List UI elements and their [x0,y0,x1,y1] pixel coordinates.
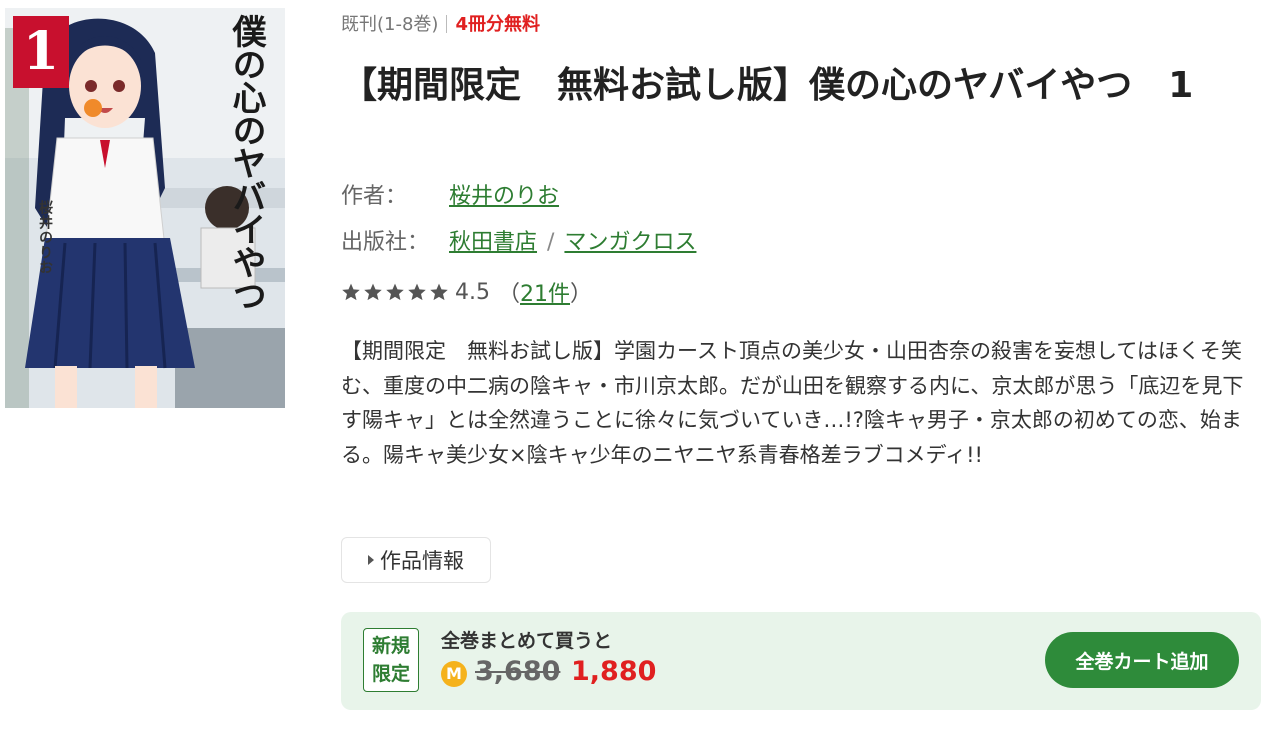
rating-row: 4.5 （21件） [341,276,592,308]
free-volumes-note: 4冊分無料 [455,14,540,35]
status-divider [446,15,448,33]
author-link[interactable]: 桜井のりお [449,184,559,209]
publisher-separator: / [547,230,555,255]
discounted-price: 1,880 [571,656,657,687]
coin-icon: M [441,661,467,687]
bundle-purchase-box: 新規 限定 全巻まとめて買うと M 3,680 1,880 全巻カート追加 [341,612,1261,710]
bundle-label: 全巻まとめて買うと [441,630,613,652]
book-description: 【期間限定 無料お試し版】学園カースト頂点の美少女・山田杏奈の殺害を妄想してはほ… [341,339,1244,467]
star-icon [386,283,404,301]
published-volumes: 既刊(1-8巻) [341,14,439,35]
badge-line-1: 新規 [371,635,410,657]
review-count-link[interactable]: 21件 [520,276,570,308]
work-info-toggle[interactable]: 作品情報 [341,537,491,583]
cover-author: 桜井のりお [37,200,53,275]
star-icon [408,283,426,301]
cover-image[interactable]: 1 僕の心のヤバイやつ 桜井のりお [5,8,285,408]
publisher-row: 出版社： 秋田書店 / マンガクロス [341,224,696,256]
label-link[interactable]: マンガクロス [564,230,696,255]
review-count-open: （ [498,282,521,307]
star-icon [430,283,448,301]
status-line: 既刊(1-8巻) 4冊分無料 [341,10,540,36]
star-rating [341,282,449,302]
review-count-close: ） [570,282,593,307]
publisher-link[interactable]: 秋田書店 [449,230,537,255]
publisher-label: 出版社： [341,230,430,255]
new-user-badge: 新規 限定 [363,628,419,692]
rating-value: 4.5 [455,279,490,305]
author-label: 作者： [341,184,408,209]
add-all-to-cart-button[interactable]: 全巻カート追加 [1045,632,1239,688]
original-price: 3,680 [475,656,561,687]
cover-volume-number: 1 [13,16,69,88]
author-row: 作者： 桜井のりお [341,178,559,210]
badge-line-2: 限定 [371,663,410,685]
star-icon [364,283,382,301]
caret-right-icon [368,555,374,565]
cover-title: 僕の心のヤバイやつ [226,14,266,311]
work-info-label: 作品情報 [380,549,464,573]
book-title: 【期間限定 無料お試し版】僕の心のヤバイやつ 1 [341,65,1194,106]
star-icon [342,283,360,301]
